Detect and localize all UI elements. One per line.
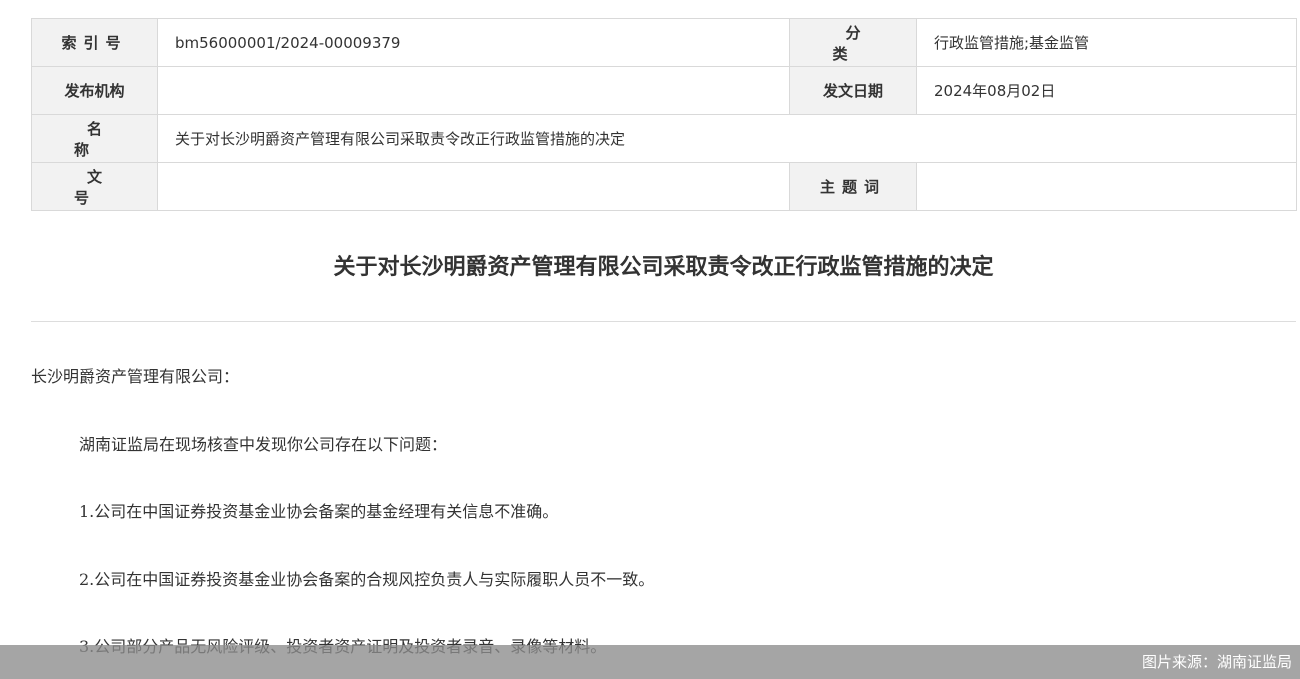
image-source-bar: 图片来源：湖南证监局 [0,645,1300,679]
addressee-paragraph: 长沙明爵资产管理有限公司： [31,367,240,386]
date-value: 2024年08月02日 [916,66,1297,115]
metadata-row-index: 索引号 bm56000001/2024-00009379 分 类 行政监管措施;… [31,18,1297,67]
document-metadata-table: 索引号 bm56000001/2024-00009379 分 类 行政监管措施;… [31,18,1297,211]
index-value: bm56000001/2024-00009379 [157,18,790,67]
category-label: 分 类 [789,18,917,67]
subject-value [916,162,1297,211]
date-label: 发文日期 [789,66,917,115]
subject-label: 主题词 [789,162,917,211]
index-label: 索引号 [31,18,158,67]
issue-paragraph-2: 2.公司在中国证券投资基金业协会备案的合规风控负责人与实际履职人员不一致。 [79,570,655,589]
name-label: 名 称 [31,114,158,163]
metadata-row-publisher: 发布机构 发文日期 2024年08月02日 [31,66,1297,115]
category-value: 行政监管措施;基金监管 [916,18,1297,67]
issue-paragraph-1: 1.公司在中国证券投资基金业协会备案的基金经理有关信息不准确。 [79,502,559,521]
image-source-caption: 图片来源：湖南证监局 [1141,653,1292,671]
document-title: 关于对长沙明爵资产管理有限公司采取责令改正行政监管措施的决定 [333,255,994,280]
intro-paragraph: 湖南证监局在现场核查中发现你公司存在以下问题： [79,435,448,454]
title-divider [31,321,1296,322]
metadata-row-docno: 文 号 主题词 [31,162,1297,211]
docno-value [157,162,790,211]
name-value: 关于对长沙明爵资产管理有限公司采取责令改正行政监管措施的决定 [157,114,1297,163]
docno-label: 文 号 [31,162,158,211]
publisher-value [157,66,790,115]
publisher-label: 发布机构 [31,66,158,115]
metadata-row-name: 名 称 关于对长沙明爵资产管理有限公司采取责令改正行政监管措施的决定 [31,114,1297,163]
